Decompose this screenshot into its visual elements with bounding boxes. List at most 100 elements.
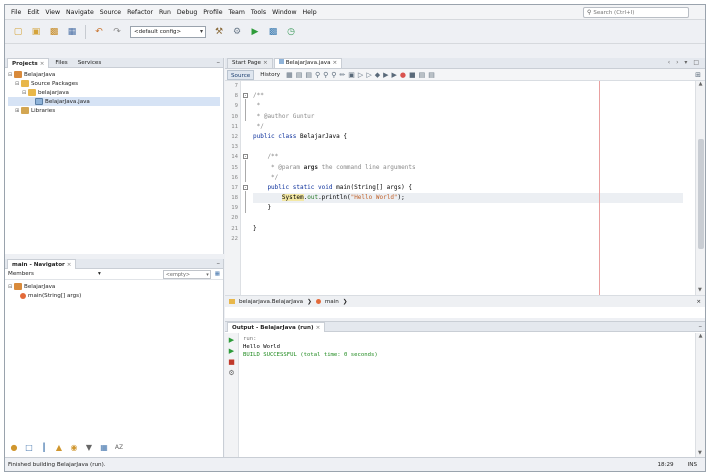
inherited-icon[interactable]: ▲ xyxy=(53,441,65,453)
new-file-icon[interactable]: ▢ xyxy=(11,25,25,39)
menu-profile[interactable]: Profile xyxy=(200,9,225,16)
breadcrumb-method[interactable]: main xyxy=(325,299,339,305)
sort-az-icon[interactable]: AZ xyxy=(113,441,125,453)
tab-source[interactable]: Source xyxy=(227,69,255,80)
hide-fields-icon[interactable]: □ xyxy=(23,441,35,453)
close-icon[interactable]: × xyxy=(40,61,45,67)
hammer-icon[interactable]: ⚒ xyxy=(212,25,226,39)
toggle-bookmark-icon[interactable]: ◆ xyxy=(375,71,380,79)
sort-icon[interactable]: ▼ xyxy=(83,441,95,453)
fold-icon[interactable]: - xyxy=(243,93,248,98)
tab-navigator[interactable]: main - Navigator × xyxy=(7,258,77,269)
minimize-icon[interactable]: – xyxy=(217,259,221,268)
editor-scrollbar[interactable]: ▲ ▼ xyxy=(695,81,705,295)
tab-files[interactable]: Files xyxy=(51,58,71,68)
scroll-down-icon[interactable]: ▼ xyxy=(698,450,702,456)
scroll-up-icon[interactable]: ▲ xyxy=(696,81,705,87)
output-text[interactable]: run: Hello World BUILD SUCCESSFUL (total… xyxy=(243,335,378,359)
menu-run[interactable]: Run xyxy=(156,9,174,16)
new-project-icon[interactable]: ▣ xyxy=(29,25,43,39)
menu-file[interactable]: File xyxy=(8,9,24,16)
code-editor[interactable]: 7 8 9 10 11 12 13 14 15 16 17 18 19 20 2… xyxy=(225,81,705,295)
tree-project[interactable]: ⊟ BelajarJava xyxy=(8,70,220,79)
menu-source[interactable]: Source xyxy=(97,9,124,16)
nav-method[interactable]: main(String[] args) xyxy=(8,291,220,300)
toggle-select-icon[interactable]: ▣ xyxy=(348,71,355,79)
output-scrollbar[interactable]: ▲ ▼ xyxy=(695,333,705,458)
close-icon[interactable]: × xyxy=(333,60,338,66)
tree-libraries[interactable]: ⊞ Libraries xyxy=(8,106,220,115)
menu-refactor[interactable]: Refactor xyxy=(124,9,156,16)
search-box[interactable]: ⚲ xyxy=(583,7,689,18)
menu-view[interactable]: View xyxy=(42,9,63,16)
chevron-down-icon[interactable]: ▾ xyxy=(98,271,101,277)
run-icon[interactable]: ▶ xyxy=(248,25,262,39)
scroll-up-icon[interactable]: ▲ xyxy=(696,333,705,339)
next-bookmark-icon[interactable]: ▷ xyxy=(366,71,371,79)
tab-controls[interactable]: ‹ › ▾ □ xyxy=(668,58,701,68)
scrollbar-thumb[interactable] xyxy=(698,139,704,249)
back-icon[interactable]: ▤ xyxy=(296,71,303,79)
find-prev-icon[interactable]: ⚲ xyxy=(323,71,328,79)
menu-edit[interactable]: Edit xyxy=(24,9,42,16)
find-next-icon[interactable]: ⚲ xyxy=(331,71,336,79)
scroll-down-icon[interactable]: ▼ xyxy=(698,287,702,293)
shift-right-icon[interactable]: ▶ xyxy=(391,71,396,79)
minimize-icon[interactable]: – xyxy=(217,58,221,67)
search-input[interactable] xyxy=(593,9,684,16)
menu-help[interactable]: Help xyxy=(300,9,320,16)
redo-icon[interactable]: ↷ xyxy=(110,25,124,39)
close-icon[interactable]: × xyxy=(67,262,72,268)
settings-icon[interactable]: ⚙ xyxy=(228,369,234,377)
forward-icon[interactable]: ▤ xyxy=(305,71,312,79)
save-all-icon[interactable]: ▦ xyxy=(65,25,79,39)
fields-icon[interactable]: ● xyxy=(8,441,20,453)
tab-output[interactable]: Output - BelajarJava (run) × xyxy=(227,321,326,332)
uncomment-icon[interactable]: ▤ xyxy=(428,71,435,79)
find-icon[interactable]: ⚲ xyxy=(315,71,320,79)
undo-icon[interactable]: ↶ xyxy=(92,25,106,39)
config-select[interactable]: <default config> ▾ xyxy=(130,25,206,38)
shift-left-icon[interactable]: ▶ xyxy=(383,71,388,79)
minimize-icon[interactable]: – xyxy=(699,322,703,331)
members-filter-select[interactable]: <empty> ▾ xyxy=(162,269,211,279)
stop-icon[interactable]: ■ xyxy=(228,358,235,366)
nav-class[interactable]: ⊟ BelajarJava xyxy=(8,282,220,291)
fold-icon[interactable]: - xyxy=(243,185,248,190)
open-project-icon[interactable]: ▩ xyxy=(47,25,61,39)
sort-name-icon[interactable]: ▦ xyxy=(98,441,110,453)
tab-belajarjava[interactable]: BelajarJava.java × xyxy=(273,58,343,68)
menu-team[interactable]: Team xyxy=(226,9,248,16)
comment-icon[interactable]: ▤ xyxy=(419,71,426,79)
menu-window[interactable]: Window xyxy=(269,9,299,16)
close-icon[interactable]: × xyxy=(263,60,268,66)
tab-projects[interactable]: Projects × xyxy=(7,57,50,68)
toggle-highlight-icon[interactable]: ✏ xyxy=(339,71,345,79)
menu-debug[interactable]: Debug xyxy=(174,9,200,16)
tab-services[interactable]: Services xyxy=(74,58,106,68)
non-public-icon[interactable]: ◉ xyxy=(68,441,80,453)
start-macro-icon[interactable]: ● xyxy=(400,71,406,79)
menu-navigate[interactable]: Navigate xyxy=(63,9,97,16)
clean-build-icon[interactable]: ⚙ xyxy=(230,25,244,39)
filter-options-icon[interactable]: ▦ xyxy=(215,271,220,277)
close-icon[interactable]: × xyxy=(696,299,701,305)
profile-icon[interactable]: ◷ xyxy=(284,25,298,39)
rerun-params-icon[interactable]: ▶ xyxy=(229,347,234,355)
tab-history[interactable]: History xyxy=(257,70,283,80)
rerun-icon[interactable]: ▶ xyxy=(229,336,234,344)
close-icon[interactable]: × xyxy=(316,325,321,331)
debug-icon[interactable]: ▩ xyxy=(266,25,280,39)
stop-macro-icon[interactable]: ■ xyxy=(409,71,416,79)
prev-bookmark-icon[interactable]: ▷ xyxy=(358,71,363,79)
tab-start-page[interactable]: Start Page × xyxy=(227,58,273,68)
expand-editor-icon[interactable]: ⊞ xyxy=(695,71,701,79)
last-edit-icon[interactable]: ▦ xyxy=(286,71,293,79)
static-icon[interactable]: ┃ xyxy=(38,441,50,453)
fold-icon[interactable]: - xyxy=(243,154,248,159)
code-text[interactable]: /** * * @author Guntur */ public class B… xyxy=(253,81,683,244)
tree-package[interactable]: ⊟ belajarjava xyxy=(8,88,220,97)
menu-tools[interactable]: Tools xyxy=(248,9,269,16)
breadcrumb-class[interactable]: belajarjava.BelajarJava xyxy=(239,299,303,305)
tree-java-file[interactable]: BelajarJava.java xyxy=(8,97,220,106)
